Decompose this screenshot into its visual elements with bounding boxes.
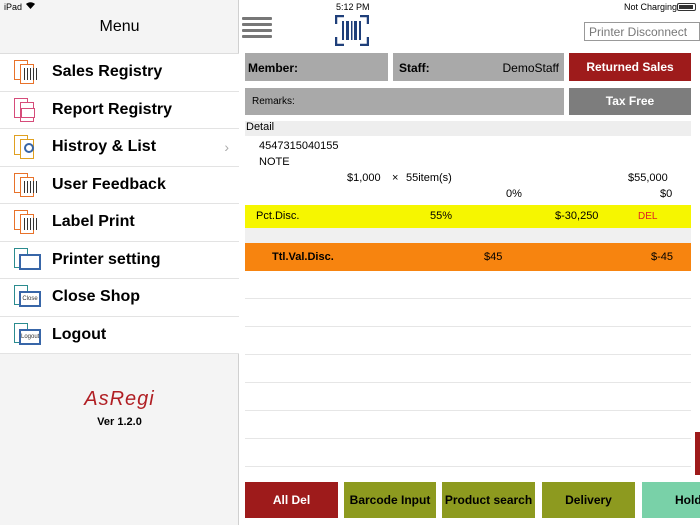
- unit-price: $1,000: [347, 172, 381, 184]
- menu-list: Sales Registry Report Registry Histroy &…: [0, 53, 239, 354]
- sidebar-item-label: Logout: [52, 325, 107, 343]
- sidebar-item-report-registry[interactable]: Report Registry: [0, 92, 239, 129]
- divider: [245, 298, 691, 299]
- printer-status[interactable]: Printer Disconnect: [584, 22, 700, 41]
- returned-sales-button[interactable]: Returned Sales: [569, 53, 691, 81]
- version-label: Ver 1.2.0: [97, 416, 142, 428]
- staff-label: Staff:: [399, 61, 430, 75]
- menu-title: Menu: [99, 18, 140, 35]
- hold-button[interactable]: Hold: [642, 482, 700, 518]
- delete-discount-button[interactable]: DEL: [638, 211, 657, 222]
- status-time: 5:12 PM: [336, 2, 370, 12]
- sidebar-item-label: Histroy & List: [52, 138, 157, 156]
- sidebar-item-label-print[interactable]: Label Print: [0, 204, 239, 242]
- spacer-row: [245, 228, 691, 243]
- hamburger-menu-icon[interactable]: [242, 17, 272, 43]
- asregi-logo: AsRegi: [84, 388, 155, 410]
- divider: [245, 354, 691, 355]
- item-quantity: 55item(s): [406, 172, 452, 184]
- logout-icon: Logout: [12, 321, 42, 349]
- sidebar-item-sales-registry[interactable]: Sales Registry: [0, 54, 239, 92]
- remarks-field[interactable]: Remarks:: [245, 88, 564, 115]
- all-delete-button[interactable]: All Del: [245, 482, 338, 518]
- ttl-disc-amount: $-45: [651, 251, 674, 263]
- side-panel-edge[interactable]: [695, 432, 700, 475]
- sidebar: Menu Sales Registry Report Registry Hist…: [0, 0, 239, 525]
- item-code: 4547315040155: [259, 140, 339, 152]
- pct-discount-row[interactable]: Pct.Disc. 55% $-30,250 DEL: [245, 205, 691, 228]
- times-sign: ×: [392, 172, 399, 184]
- close-shop-icon: Close: [12, 283, 42, 311]
- ttl-disc-value: $45: [484, 251, 503, 263]
- sidebar-item-label: Printer setting: [52, 250, 161, 268]
- sidebar-item-printer-setting[interactable]: Printer setting: [0, 242, 239, 279]
- sidebar-item-label: Sales Registry: [52, 63, 163, 81]
- sales-registry-icon: [12, 58, 42, 86]
- detail-header: Detail: [245, 121, 691, 136]
- charging-status: Not Charging: [624, 2, 678, 12]
- remarks-label: Remarks:: [252, 96, 295, 107]
- chevron-right-icon: ›: [224, 139, 229, 155]
- delivery-button[interactable]: Delivery: [542, 482, 635, 518]
- status-bar: iPad 5:12 PM Not Charging: [0, 0, 700, 14]
- battery-icon: [677, 3, 696, 11]
- staff-value: DemoStaff: [502, 61, 559, 75]
- pct-disc-amount: $-30,250: [555, 210, 599, 222]
- divider: [245, 326, 691, 327]
- member-label: Member:: [248, 61, 299, 75]
- sidebar-item-logout[interactable]: Logout Logout: [0, 317, 239, 354]
- sidebar-item-label: Close Shop: [52, 288, 141, 306]
- sidebar-item-label: User Feedback: [52, 175, 166, 193]
- tax-amount: $0: [660, 188, 673, 200]
- barcode-scanner-icon[interactable]: [334, 14, 370, 47]
- ttl-disc-label: Ttl.Val.Disc.: [272, 251, 334, 263]
- product-search-button[interactable]: Product search: [442, 482, 535, 518]
- tax-free-button[interactable]: Tax Free: [569, 88, 691, 115]
- line-total: $55,000: [628, 172, 668, 184]
- sidebar-item-label: Label Print: [52, 213, 135, 231]
- total-value-discount-row[interactable]: Ttl.Val.Disc. $45 $-45: [245, 243, 691, 271]
- sidebar-item-user-feedback[interactable]: User Feedback: [0, 167, 239, 204]
- sidebar-item-label: Report Registry: [52, 100, 173, 118]
- sidebar-item-close-shop[interactable]: Close Close Shop: [0, 279, 239, 317]
- staff-field[interactable]: Staff: DemoStaff: [393, 53, 564, 81]
- sidebar-item-history-list[interactable]: Histroy & List ›: [0, 129, 239, 167]
- label-print-icon: [12, 208, 42, 236]
- divider: [245, 382, 691, 383]
- member-field[interactable]: Member:: [245, 53, 388, 81]
- close-badge: Close: [19, 291, 41, 308]
- item-name: NOTE: [259, 156, 290, 168]
- barcode-input-button[interactable]: Barcode Input: [344, 482, 436, 518]
- device-name: iPad: [4, 2, 23, 12]
- divider: [245, 466, 691, 467]
- pct-disc-rate: 55%: [430, 210, 453, 222]
- history-list-icon: [12, 133, 42, 161]
- divider: [245, 438, 691, 439]
- wifi-icon: [25, 1, 36, 12]
- printer-setting-icon: [12, 246, 42, 274]
- pct-disc-label: Pct.Disc.: [256, 210, 300, 222]
- user-feedback-icon: [12, 171, 42, 199]
- divider: [245, 410, 691, 411]
- logout-badge: Logout: [19, 328, 41, 345]
- tax-rate: 0%: [506, 188, 522, 200]
- report-registry-icon: [12, 96, 42, 124]
